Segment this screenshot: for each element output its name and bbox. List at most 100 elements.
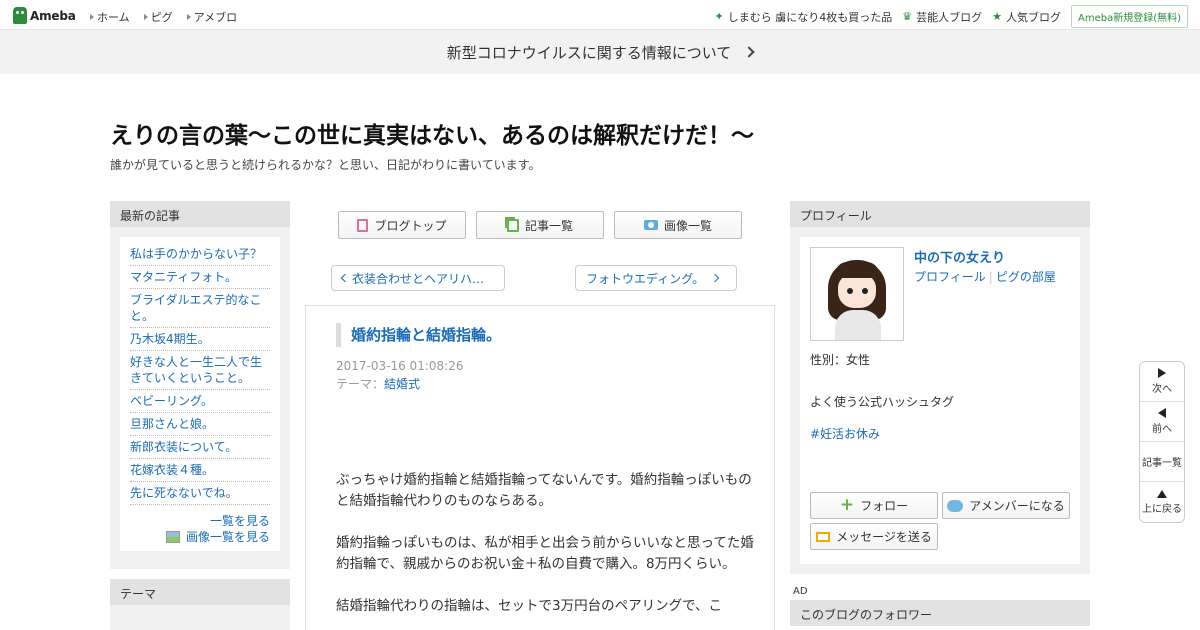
profile-heading: プロフィール bbox=[790, 201, 1090, 227]
nav-link-pigg[interactable]: ピグ bbox=[143, 9, 173, 25]
article-list-float-label: 記事一覧 bbox=[1142, 458, 1182, 469]
chevron-right-icon bbox=[743, 46, 755, 58]
ameba-logo[interactable]: Ameba bbox=[13, 7, 76, 24]
pick-link-shimamura[interactable]: ✦ しまむら 虜になり4枚も買った品 bbox=[715, 9, 893, 25]
next-label: 次へ bbox=[1152, 384, 1172, 395]
article-theme-label: テーマ： bbox=[336, 377, 385, 391]
avatar-eye bbox=[847, 288, 853, 294]
followers-heading: このブログのフォロワー bbox=[790, 600, 1090, 626]
avatar-bangs bbox=[835, 262, 879, 278]
recent-article-link[interactable]: マタニティフォト。 bbox=[130, 266, 270, 289]
avatar[interactable] bbox=[810, 247, 904, 341]
pick-label: 人気ブログ bbox=[1005, 10, 1061, 24]
chevron-right-icon bbox=[710, 273, 720, 283]
profile-links: プロフィール | ピグの部屋 bbox=[914, 268, 1056, 285]
recent-article-link[interactable]: ベビーリング。 bbox=[130, 390, 270, 413]
see-all-link[interactable]: 一覧を見る bbox=[130, 513, 270, 529]
profile-box: プロフィール 中の下の女えり プロフィール | ピグの部屋 性別：女性 よく使う公式… bbox=[790, 201, 1090, 574]
nav-link-label: アメブロ bbox=[193, 11, 238, 24]
nav-link-ameblo[interactable]: アメブロ bbox=[186, 9, 238, 25]
recent-article-link[interactable]: 新郎衣装について。 bbox=[130, 436, 270, 459]
global-nav-bar: Ameba ホーム ピグ アメブロ ✦ しまむら 虜になり4枚も買った品 ♛ 芸能人… bbox=[0, 0, 1200, 30]
article-list-button[interactable]: 記事一覧 bbox=[476, 211, 604, 239]
article-paragraph: 婚約指輪っぽいものは、私が相手と出会う前からいいなと思ってた婚約指輪で、親戚から… bbox=[336, 535, 754, 572]
next-article-label: フォトウエディング。 bbox=[586, 271, 705, 286]
avatar-eye bbox=[862, 288, 868, 294]
send-message-label: メッセージを送る bbox=[836, 530, 932, 544]
send-message-button[interactable]: メッセージを送る bbox=[810, 523, 938, 550]
plus-icon: + bbox=[839, 495, 855, 515]
follow-label: フォロー bbox=[860, 499, 909, 513]
ameba-logo-icon bbox=[13, 7, 27, 24]
hashtag-title: よく使う公式ハッシュタグ bbox=[810, 395, 955, 409]
recent-article-link[interactable]: ブライダルエステ的なこと。 bbox=[130, 289, 270, 328]
blog-description: 誰かが見ていると思うと続けられるかな？と思い、日記がわりに書いています。 bbox=[110, 158, 541, 172]
recent-article-link[interactable]: 花嫁衣装４種。 bbox=[130, 459, 270, 482]
see-images-link[interactable]: 画像一覧を見る bbox=[130, 529, 270, 545]
nav-link-label: ピグ bbox=[150, 11, 173, 24]
article-theme: テーマ：結婚式 bbox=[336, 375, 420, 392]
ameba-logo-text: Ameba bbox=[30, 8, 76, 23]
profile-name[interactable]: 中の下の女えり bbox=[914, 247, 1005, 266]
next-article-link[interactable]: フォトウエディング。 bbox=[575, 265, 737, 291]
article-theme-link[interactable]: 結婚式 bbox=[384, 377, 420, 391]
link-separator: | bbox=[988, 270, 993, 284]
see-images-label: 画像一覧を見る bbox=[185, 530, 270, 544]
ad-label: AD bbox=[793, 586, 808, 597]
triangle-up-icon bbox=[1157, 489, 1167, 498]
prev-article-label: 衣装合わせとヘアリハ… bbox=[352, 271, 485, 286]
hashtag-link[interactable]: #妊活お休み bbox=[810, 425, 880, 442]
prev-label: 前へ bbox=[1152, 424, 1172, 435]
recent-article-link[interactable]: 旦那さんと娘。 bbox=[130, 413, 270, 436]
article-list-label: 記事一覧 bbox=[524, 218, 573, 233]
article-body: ぶっちゃけ婚約指輪と結婚指輪ってないんです。婚約指輪っぽいものと結婚指輪代わりの… bbox=[336, 470, 756, 630]
recent-article-link[interactable]: 好きな人と一生二人で生きていくということ。 bbox=[130, 351, 270, 390]
blog-top-button[interactable]: ブログトップ bbox=[338, 211, 466, 239]
blog-top-label: ブログトップ bbox=[374, 218, 447, 233]
star-icon: ★ bbox=[992, 10, 1002, 23]
triangle-icon bbox=[90, 14, 94, 20]
amember-button[interactable]: アメンバーになる bbox=[942, 492, 1070, 519]
pick-link-celebrity[interactable]: ♛ 芸能人ブログ bbox=[902, 9, 982, 25]
triangle-icon bbox=[143, 14, 148, 20]
chat-bubble-icon bbox=[947, 499, 964, 512]
prev-article-link[interactable]: 衣装合わせとヘアリハ… bbox=[331, 265, 505, 291]
play-left-icon bbox=[1158, 408, 1166, 418]
pigg-room-link[interactable]: ピグの部屋 bbox=[996, 270, 1056, 284]
chevron-left-icon bbox=[340, 273, 350, 283]
crown-icon: ♛ bbox=[902, 10, 913, 23]
profile-card: 中の下の女えり プロフィール | ピグの部屋 性別：女性 よく使う公式ハッシュタグ … bbox=[800, 237, 1080, 564]
article: 婚約指輪と結婚指輪。 2017-03-16 01:08:26 テーマ：結婚式 ぶ… bbox=[305, 305, 775, 630]
theme-box: テーマ bbox=[110, 579, 290, 630]
blog-title[interactable]: えりの言の葉～この世に真実はない、あるのは解釈だけだ！～ bbox=[110, 116, 754, 150]
back-to-top-label: 上に戻る bbox=[1142, 503, 1182, 515]
recent-article-link[interactable]: 私は手のかからない子？ bbox=[130, 243, 270, 266]
next-button[interactable]: 次へ bbox=[1140, 362, 1184, 402]
avatar-face bbox=[838, 274, 876, 308]
profile-link[interactable]: プロフィール bbox=[914, 270, 986, 284]
banner-text: 新型コロナウイルスに関する情報について bbox=[446, 43, 732, 62]
nav-link-home[interactable]: ホーム bbox=[90, 9, 130, 25]
image-list-icon bbox=[165, 531, 180, 543]
back-to-top-button[interactable]: 上に戻る bbox=[1140, 482, 1184, 522]
triangle-icon bbox=[186, 14, 191, 20]
play-right-icon bbox=[1158, 368, 1166, 378]
article-date: 2017-03-16 01:08:26 bbox=[336, 359, 464, 373]
follow-button[interactable]: + フォロー bbox=[810, 492, 938, 519]
recent-articles-heading: 最新の記事 bbox=[110, 201, 290, 227]
recent-article-link[interactable]: 先に死なないでね。 bbox=[130, 482, 270, 505]
prev-button[interactable]: 前へ bbox=[1140, 402, 1184, 442]
profile-gender: 性別：女性 bbox=[810, 353, 871, 367]
article-title[interactable]: 婚約指輪と結婚指輪。 bbox=[336, 323, 501, 347]
register-button[interactable]: Ameba新規登録(無料) bbox=[1070, 5, 1188, 28]
article-paragraph: 結婚指輪代わりの指輪は、セットで3万円台のペアリングで、こ bbox=[336, 598, 723, 614]
recent-articles-box: 最新の記事 私は手のかからない子？ マタニティフォト。 ブライダルエステ的なこと… bbox=[110, 201, 290, 569]
image-list-button[interactable]: 画像一覧 bbox=[614, 211, 742, 239]
recent-article-link[interactable]: 乃木坂4期生。 bbox=[130, 328, 270, 351]
article-list-float-button[interactable]: 記事一覧 bbox=[1140, 442, 1184, 482]
pick-label: 芸能人ブログ bbox=[916, 10, 983, 24]
envelope-icon bbox=[816, 531, 831, 542]
amember-label: アメンバーになる bbox=[969, 499, 1065, 513]
covid-info-banner[interactable]: 新型コロナウイルスに関する情報について bbox=[0, 30, 1200, 74]
pick-link-popular[interactable]: ★ 人気ブログ bbox=[992, 9, 1061, 25]
